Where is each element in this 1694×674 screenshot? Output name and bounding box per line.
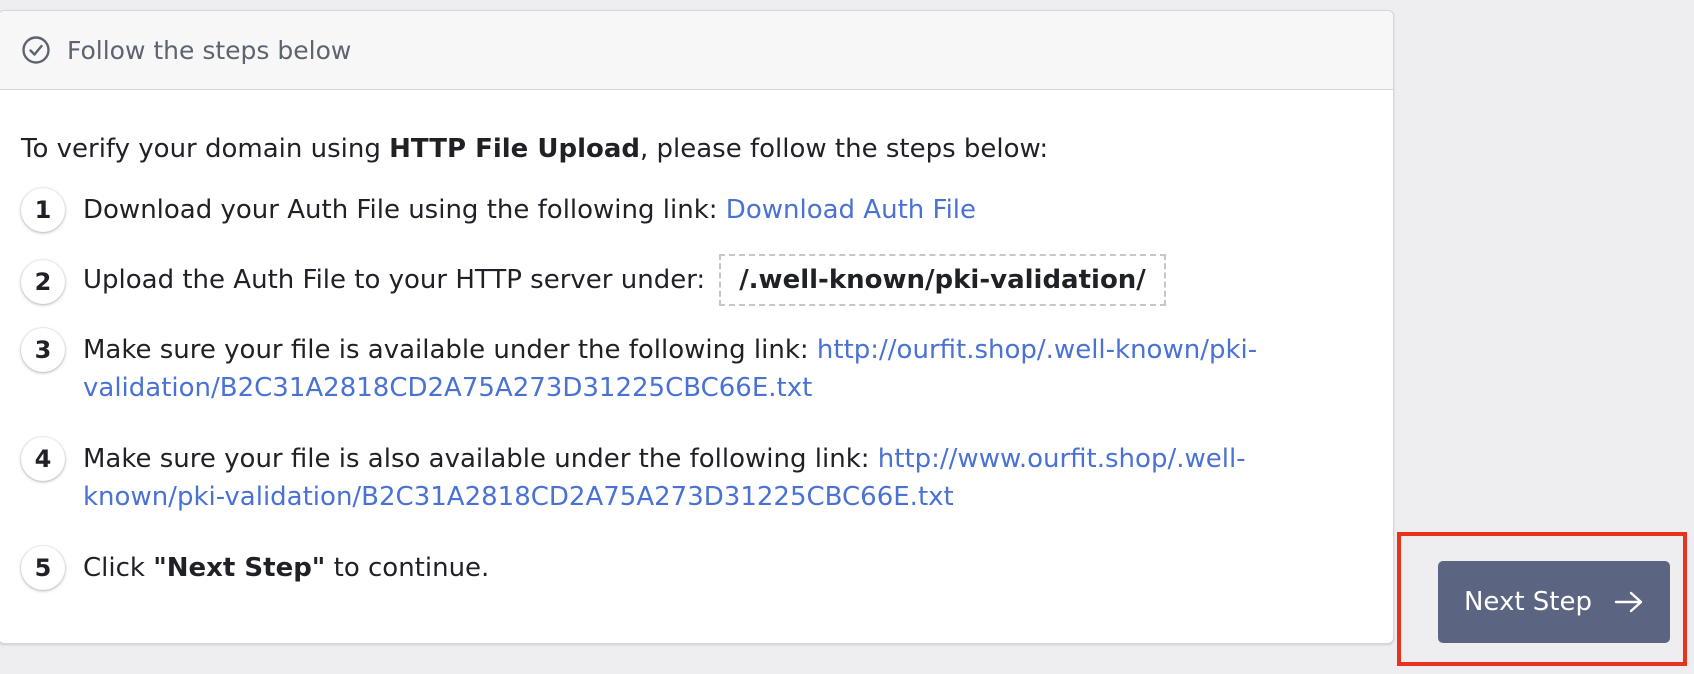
step-text: Download your Auth File using the follow… (83, 188, 976, 229)
step-number: 4 (21, 437, 65, 481)
panel-title: Follow the steps below (67, 35, 352, 65)
arrow-right-icon (1614, 590, 1644, 614)
download-auth-file-link[interactable]: Download Auth File (726, 195, 976, 225)
step-3-text: Make sure your file is available under t… (83, 335, 817, 365)
step-text: Make sure your file is also available un… (83, 437, 1313, 516)
verification-steps-panel: Follow the steps below To verify your do… (0, 10, 1394, 644)
panel-header: Follow the steps below (0, 11, 1393, 90)
intro-text: To verify your domain using HTTP File Up… (21, 130, 1393, 168)
step-number: 2 (21, 260, 65, 304)
step-text: Upload the Auth File to your HTTP server… (83, 254, 1166, 306)
step-1-text: Download your Auth File using the follow… (83, 195, 726, 225)
path-box[interactable]: /.well-known/pki-validation/ (719, 254, 1166, 306)
step-5: 5 Click "Next Step" to continue. (21, 546, 1393, 590)
intro-suffix: , please follow the steps below: (640, 134, 1049, 164)
step-number: 5 (21, 546, 65, 590)
step-3: 3 Make sure your file is available under… (21, 328, 1393, 407)
step-number: 3 (21, 328, 65, 372)
step-text: Click "Next Step" to continue. (83, 546, 489, 587)
intro-method: HTTP File Upload (389, 134, 640, 164)
next-step-label: Next Step (1463, 587, 1593, 617)
step-1: 1 Download your Auth File using the foll… (21, 188, 1393, 232)
step-2-text: Upload the Auth File to your HTTP server… (83, 265, 706, 295)
panel-body: To verify your domain using HTTP File Up… (0, 90, 1393, 590)
step-2: 2 Upload the Auth File to your HTTP serv… (21, 254, 1393, 306)
step-5-prefix: Click (83, 553, 154, 583)
step-5-suffix: to continue. (325, 553, 490, 583)
step-number: 1 (21, 188, 65, 232)
intro-prefix: To verify your domain using (21, 134, 390, 164)
next-step-button[interactable]: Next Step (1438, 561, 1670, 643)
step-text: Make sure your file is available under t… (83, 328, 1313, 407)
step-4-text: Make sure your file is also available un… (83, 444, 878, 474)
step-5-bold: "Next Step" (153, 553, 326, 583)
check-circle-icon (21, 35, 51, 65)
step-4: 4 Make sure your file is also available … (21, 437, 1393, 516)
